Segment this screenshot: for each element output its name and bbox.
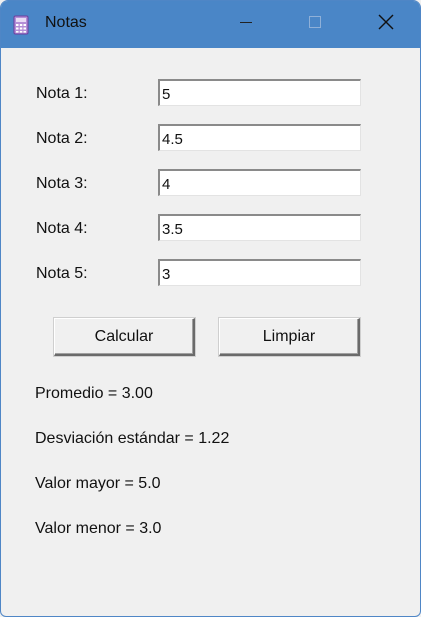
title-bar[interactable]: Notas (1, 1, 420, 48)
window-title: Notas (45, 14, 87, 31)
maximize-button (292, 1, 338, 48)
minimize-button[interactable] (223, 1, 269, 48)
minimize-icon (239, 15, 253, 34)
std-dev-result: Desviación estándar = 1.22 (35, 430, 230, 447)
nota-1-label: Nota 1: (36, 85, 88, 102)
nota-2-label: Nota 2: (36, 130, 88, 147)
nota-4-input[interactable] (158, 214, 361, 241)
average-result: Promedio = 3.00 (35, 385, 153, 402)
close-button[interactable] (363, 1, 409, 48)
clear-button[interactable]: Limpiar (219, 318, 360, 356)
nota-2-input[interactable] (158, 124, 361, 151)
nota-4-label: Nota 4: (36, 220, 88, 237)
min-value-result: Valor menor = 3.0 (35, 520, 162, 537)
maximize-icon (308, 15, 322, 34)
nota-1-input[interactable] (158, 79, 361, 106)
nota-5-label: Nota 5: (36, 265, 88, 282)
calculate-button[interactable]: Calcular (54, 318, 195, 356)
notas-window: Notas Nota 1: Nota 2: Nota 3: Nota 4: (0, 0, 421, 617)
nota-3-input[interactable] (158, 169, 361, 196)
nota-5-input[interactable] (158, 259, 361, 286)
close-icon (378, 14, 394, 35)
nota-3-label: Nota 3: (36, 175, 88, 192)
calculator-app-icon (13, 15, 29, 35)
max-value-result: Valor mayor = 5.0 (35, 475, 161, 492)
